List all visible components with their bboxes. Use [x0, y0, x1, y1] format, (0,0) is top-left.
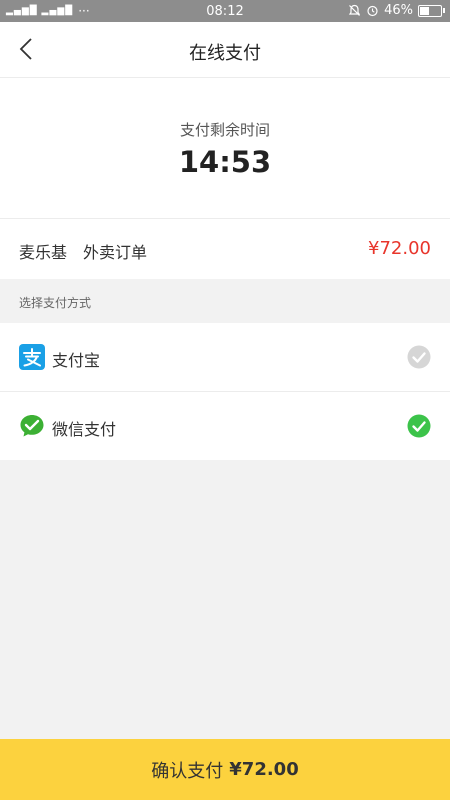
payment-option-label: 微信支付 — [52, 420, 117, 439]
order-name: 麦乐基 外卖订单 — [19, 243, 148, 262]
payment-option-alipay[interactable]: 支付宝 — [0, 323, 450, 392]
countdown-label: 支付剩余时间 — [179, 121, 270, 139]
order-price: ¥72.00 — [368, 238, 431, 259]
battery-icon — [418, 4, 445, 17]
confirm-price: ¥72.00 — [229, 759, 299, 780]
battery-fill — [420, 6, 429, 15]
confirm-payment-button[interactable]: 确认支付 ¥72.00 — [0, 739, 450, 800]
payment-option-label: 支付宝 — [52, 351, 101, 370]
battery-percent: 46% — [384, 3, 413, 18]
countdown-value: 14:53 — [178, 145, 272, 179]
alipay-logo-icon — [19, 344, 45, 370]
mute-bell-icon — [348, 4, 361, 16]
payment-method-header: 选择支付方式 — [0, 279, 450, 323]
countdown-section: 支付剩余时间 14:53 — [0, 78, 450, 219]
payment-method-title: 选择支付方式 — [19, 296, 92, 310]
status-bar: ▂▄▆█ ▂▄▆█ ··· 08:12 46% — [0, 0, 450, 22]
nav-bar: 在线支付 — [0, 22, 450, 78]
page-title: 在线支付 — [189, 43, 261, 64]
payment-option-wechat[interactable]: 微信支付 — [0, 392, 450, 460]
confirm-label: 确认支付 — [151, 760, 224, 782]
status-right: 46% — [348, 3, 445, 18]
order-summary-row: 麦乐基 外卖订单 ¥72.00 — [0, 219, 450, 279]
alarm-icon — [367, 5, 378, 17]
selected-check-icon[interactable] — [407, 414, 431, 438]
wechat-pay-logo-icon — [20, 415, 44, 437]
unselected-check-icon[interactable] — [407, 345, 431, 369]
